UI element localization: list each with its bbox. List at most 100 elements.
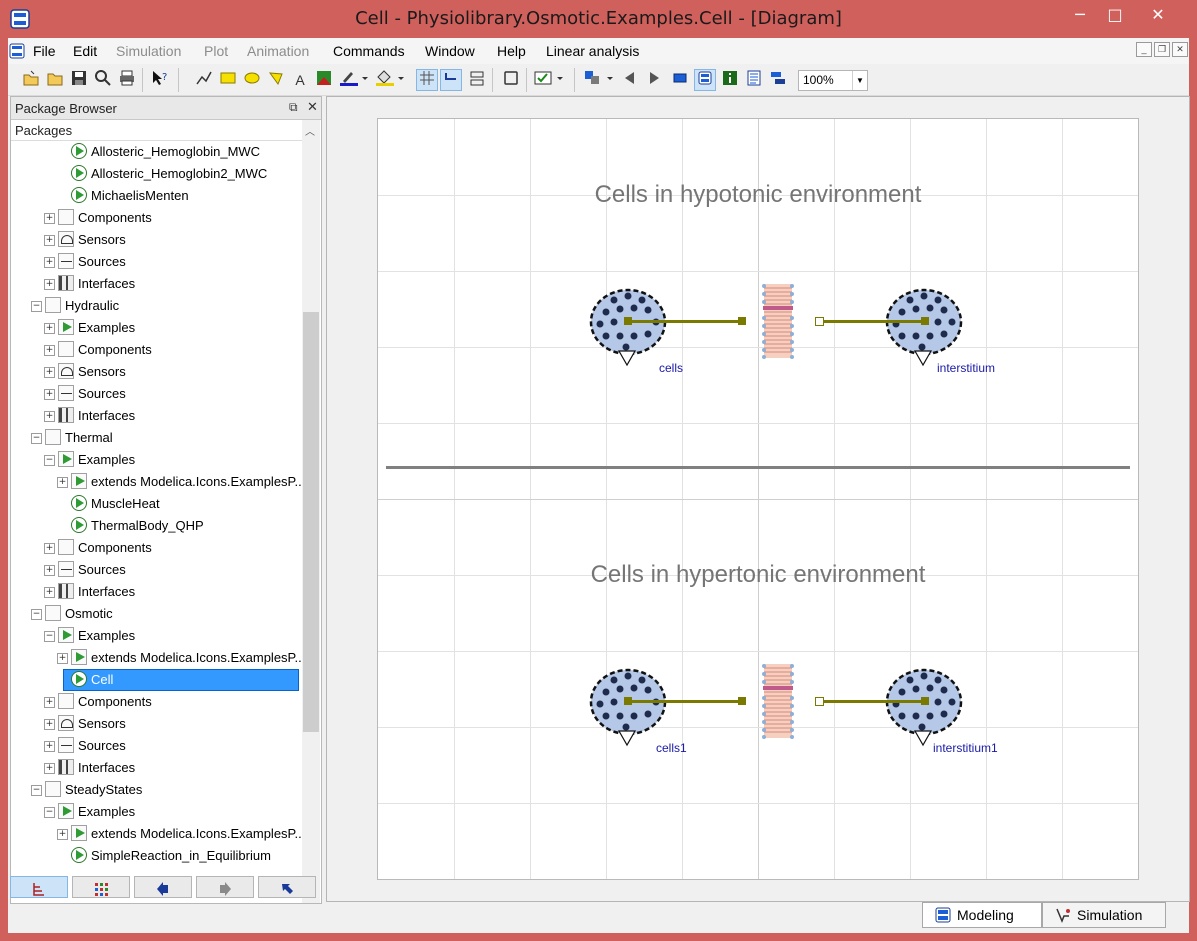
connector-port[interactable]	[921, 697, 929, 705]
expand-icon[interactable]: +	[44, 213, 55, 224]
used-classes-layer-icon[interactable]	[767, 69, 789, 91]
tree-item[interactable]: + Sensors	[11, 229, 301, 251]
tree-view-button[interactable]	[10, 876, 68, 898]
float-panel-icon[interactable]: ⧉	[289, 100, 298, 115]
tree-item[interactable]: + extends Modelica.Icons.ExamplesP...	[11, 471, 301, 493]
expand-icon[interactable]: +	[44, 235, 55, 246]
menu-animation[interactable]: Animation	[247, 43, 309, 59]
connector-port[interactable]	[624, 317, 632, 325]
view-mode-icon[interactable]	[582, 69, 616, 91]
chevron-down-icon[interactable]: ▼	[852, 71, 867, 90]
collapse-icon[interactable]: −	[31, 433, 42, 444]
text-tool-icon[interactable]: A	[289, 69, 311, 91]
collapse-icon[interactable]: −	[31, 301, 42, 312]
menu-file[interactable]: File	[33, 43, 56, 59]
tree-item[interactable]: − Examples	[11, 625, 301, 647]
tree-item[interactable]: − Examples	[11, 449, 301, 471]
connector-port[interactable]	[921, 317, 929, 325]
tree-item[interactable]: Allosteric_Hemoglobin2_MWC	[11, 163, 301, 185]
mdi-close-button[interactable]: ✕	[1172, 42, 1188, 57]
tree-item[interactable]: MuscleHeat	[11, 493, 301, 515]
expand-icon[interactable]: +	[44, 697, 55, 708]
tree-item[interactable]: + Sources	[11, 559, 301, 581]
menu-window[interactable]: Window	[425, 43, 475, 59]
cells-component[interactable]	[588, 284, 678, 369]
mdi-minimize-button[interactable]: _	[1136, 42, 1152, 57]
zoom-combobox[interactable]: 100% ▼	[798, 70, 868, 91]
nav-forward-button[interactable]	[196, 876, 254, 898]
line-tool-icon[interactable]	[193, 69, 215, 91]
square-icon[interactable]	[500, 69, 522, 91]
forward-icon[interactable]	[643, 69, 665, 91]
expand-icon[interactable]: +	[44, 323, 55, 334]
connector-port[interactable]	[624, 697, 632, 705]
expand-icon[interactable]: +	[44, 257, 55, 268]
check-model-icon[interactable]	[532, 69, 566, 91]
tree-item[interactable]: + Interfaces	[11, 581, 301, 603]
expand-icon[interactable]: +	[44, 367, 55, 378]
collapse-icon[interactable]: −	[44, 455, 55, 466]
connection-line[interactable]	[819, 320, 925, 323]
tree-item[interactable]: − Examples	[11, 801, 301, 823]
menu-simulation[interactable]: Simulation	[116, 43, 181, 59]
tree-item[interactable]: + extends Modelica.Icons.ExamplesP...	[11, 823, 301, 845]
diagram-view[interactable]: Cells in hypotonic environment Cells in …	[326, 96, 1190, 902]
close-button[interactable]: ✕	[1138, 4, 1178, 28]
diagram-canvas[interactable]: Cells in hypotonic environment Cells in …	[377, 118, 1139, 880]
expand-icon[interactable]: +	[57, 653, 68, 664]
tree-item[interactable]: − Thermal	[11, 427, 301, 449]
tree-item[interactable]: MichaelisMenten	[11, 185, 301, 207]
expand-icon[interactable]: +	[44, 279, 55, 290]
save-icon[interactable]	[68, 69, 90, 91]
whats-this-icon[interactable]: ?	[149, 69, 171, 91]
expand-icon[interactable]: +	[44, 411, 55, 422]
tree-item[interactable]: + Interfaces	[11, 405, 301, 427]
menu-commands[interactable]: Commands	[333, 43, 405, 59]
expand-icon[interactable]: +	[44, 587, 55, 598]
close-panel-icon[interactable]: ✕	[307, 99, 318, 115]
expand-icon[interactable]: +	[44, 345, 55, 356]
documentation-layer-icon[interactable]	[719, 69, 741, 91]
tree-item[interactable]: + Sources	[11, 383, 301, 405]
expand-icon[interactable]: +	[44, 543, 55, 554]
expand-icon[interactable]: +	[57, 477, 68, 488]
document-icon[interactable]	[9, 43, 25, 59]
grid-view-button[interactable]	[72, 876, 130, 898]
connector-port[interactable]	[738, 317, 746, 325]
expand-icon[interactable]: +	[44, 741, 55, 752]
back-icon[interactable]	[619, 69, 641, 91]
tree-item[interactable]: ThermalBody_QHP	[11, 515, 301, 537]
route-connections-icon[interactable]	[466, 69, 488, 91]
tree-item[interactable]: + Components	[11, 537, 301, 559]
expand-icon[interactable]: +	[44, 763, 55, 774]
open-folder-icon[interactable]	[44, 69, 66, 91]
minimize-button[interactable]: ─	[1060, 4, 1100, 28]
interstitium-component[interactable]	[884, 284, 974, 369]
modeling-tab[interactable]: Modeling	[922, 902, 1042, 928]
collapse-icon[interactable]: −	[31, 785, 42, 796]
polygon-tool-icon[interactable]	[265, 69, 287, 91]
tree-item[interactable]: + Sources	[11, 251, 301, 273]
expand-icon[interactable]: +	[44, 389, 55, 400]
nav-back-button[interactable]	[134, 876, 192, 898]
tree-item[interactable]: Cell	[11, 669, 301, 691]
grid-toggle-icon[interactable]	[416, 69, 438, 91]
connector-port[interactable]	[738, 697, 746, 705]
collapse-icon[interactable]: −	[44, 807, 55, 818]
expand-icon[interactable]: +	[57, 829, 68, 840]
connector-port[interactable]	[815, 317, 824, 326]
new-icon[interactable]	[20, 69, 42, 91]
separator-line[interactable]	[386, 466, 1130, 469]
menu-edit[interactable]: Edit	[73, 43, 97, 59]
menu-linear-analysis[interactable]: Linear analysis	[546, 43, 639, 59]
membrane1-component[interactable]	[760, 662, 796, 740]
tree-item[interactable]: + Components	[11, 207, 301, 229]
tree-item[interactable]: + Sensors	[11, 361, 301, 383]
interstitium1-component[interactable]	[884, 664, 974, 749]
nav-up-button[interactable]	[258, 876, 316, 898]
membrane-component[interactable]	[760, 282, 796, 360]
tree-item[interactable]: + Sensors	[11, 713, 301, 735]
connection-line[interactable]	[628, 320, 743, 323]
expand-icon[interactable]: +	[44, 719, 55, 730]
connection-line[interactable]	[628, 700, 743, 703]
